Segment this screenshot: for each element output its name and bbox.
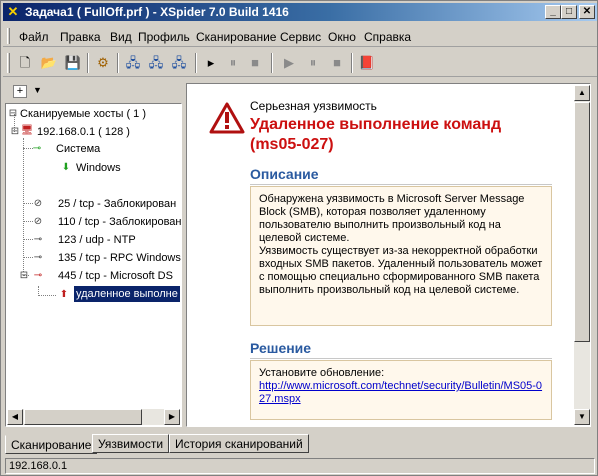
menu-view[interactable]: Вид: [110, 30, 132, 44]
vulnerability-arrow-icon: ⬆: [59, 289, 69, 300]
tree-port-123[interactable]: 123 / udp - NTP: [58, 232, 136, 248]
arrow-down-icon: ⬇: [61, 162, 71, 173]
toolbar-separator: [195, 53, 197, 73]
new-icon[interactable]: 🗋: [15, 53, 35, 73]
vulnerability-title: Удаленное выполнение команд (ms05-027): [250, 115, 570, 155]
description-box: Обнаружена уязвимость в Microsoft Server…: [250, 186, 552, 326]
status-bar: 192.168.0.1: [3, 457, 597, 475]
close-button[interactable]: ✕: [579, 5, 595, 19]
tree-port-110[interactable]: 110 / tcp - Заблокирован: [58, 214, 181, 230]
vulnerability-title-line2: (ms05-027): [250, 136, 334, 153]
hosts-panel: + ▼ ⊟ Сканируемые хосты ( 1 ) ⊟ 🖥 192.16…: [5, 83, 182, 427]
solution-link[interactable]: http://www.microsoft.com/technet/securit…: [259, 380, 542, 405]
vulnerability-title-line1: Удаленное выполнение команд: [250, 116, 502, 133]
tab-vulnerabilities[interactable]: Уязвимости: [92, 434, 170, 453]
description-paragraph-1: Обнаружена уязвимость в Microsoft Server…: [259, 193, 525, 244]
stop-step-icon[interactable]: ■: [245, 53, 265, 73]
toolbar-separator: [351, 53, 353, 73]
severity-label: Серьезная уязвимость: [250, 99, 377, 113]
port-icon: ⊘: [33, 216, 43, 227]
toolbar-grip: [7, 53, 10, 73]
status-text: 192.168.0.1: [5, 458, 595, 474]
app-window: ✕ Задача1 ( FullOff.prf ) - XSpider 7.0 …: [0, 0, 598, 476]
title-bar[interactable]: ✕ Задача1 ( FullOff.prf ) - XSpider 7.0 …: [3, 3, 597, 21]
tree-header: + ▼: [5, 83, 182, 101]
open-icon[interactable]: 📂: [39, 53, 59, 73]
port-icon: ⊘: [33, 198, 43, 209]
pause-icon[interactable]: ⏸: [303, 53, 323, 73]
minimize-button[interactable]: _: [545, 5, 561, 19]
tree-vulnerability-selected[interactable]: удаленное выполне: [74, 286, 180, 302]
menu-window[interactable]: Окно: [328, 30, 356, 44]
tree-collapse-icon[interactable]: ⊟: [18, 270, 30, 282]
warning-icon: [209, 102, 245, 134]
menu-profile[interactable]: Профиль: [138, 30, 190, 44]
scroll-thumb[interactable]: [24, 409, 142, 425]
tree-os[interactable]: Windows: [76, 160, 121, 176]
scroll-thumb[interactable]: [574, 102, 590, 342]
solution-box: Установите обновление: http://www.micros…: [250, 360, 552, 420]
solution-text: Установите обновление:: [259, 367, 385, 379]
scroll-right-icon[interactable]: ▶: [164, 409, 180, 425]
toolbar: 🗋 📂 💾 ⚙ 🖧 🖧 🖧 ▸ ⏸ ■ ▶ ⏸ ■ 📕: [3, 49, 597, 77]
menu-grip: [7, 28, 10, 44]
add-host-icon[interactable]: 🖧: [123, 53, 143, 73]
hosts-tree: ⊟ Сканируемые хосты ( 1 ) ⊟ 🖥 192.168.0.…: [5, 103, 182, 427]
tree-horizontal-scrollbar[interactable]: ◀ ▶: [7, 409, 180, 425]
tab-scan-history[interactable]: История сканирований: [169, 434, 309, 453]
stop-icon[interactable]: ■: [327, 53, 347, 73]
description-heading: Описание: [250, 166, 319, 182]
tab-scanning[interactable]: Сканирование: [5, 435, 98, 454]
menu-file[interactable]: Файл: [19, 30, 49, 44]
xspider-x-icon: ✕: [7, 4, 19, 19]
save-icon[interactable]: 💾: [63, 53, 83, 73]
toolbar-separator: [87, 53, 89, 73]
book-icon[interactable]: 📕: [357, 53, 377, 73]
host-icon: 🖥: [20, 125, 34, 136]
scroll-down-icon[interactable]: ▼: [574, 409, 590, 425]
menu-edit[interactable]: Правка: [60, 30, 101, 44]
description-paragraph-2: Уязвимость существует из-за некорректной…: [259, 245, 543, 296]
window-title: Задача1 ( FullOff.prf ) - XSpider 7.0 Bu…: [25, 5, 289, 19]
divider: [250, 358, 552, 359]
vulnerable-port-icon: ⊸: [33, 270, 43, 281]
settings-icon[interactable]: ⚙: [93, 53, 113, 73]
add-range-icon[interactable]: 🖧: [146, 53, 166, 73]
details-vertical-scrollbar[interactable]: ▲ ▼: [574, 85, 590, 425]
divider: [250, 184, 552, 185]
vulnerability-details: Серьезная уязвимость Удаленное выполнени…: [186, 83, 591, 427]
port-icon: ⊸: [33, 234, 43, 245]
menu-help[interactable]: Справка: [364, 30, 411, 44]
menu-scan[interactable]: Сканирование: [196, 30, 276, 44]
dropdown-arrow-icon[interactable]: ▼: [33, 85, 42, 95]
tree-system[interactable]: Система: [56, 141, 100, 157]
tree-host[interactable]: 192.168.0.1 ( 128 ): [37, 124, 130, 140]
system-icon: ⊸: [32, 143, 42, 154]
scroll-left-icon[interactable]: ◀: [7, 409, 23, 425]
port-icon: ⊸: [33, 252, 43, 263]
tree-root[interactable]: Сканируемые хосты ( 1 ): [20, 106, 146, 122]
tree-collapse-icon[interactable]: ⊟: [7, 108, 19, 120]
maximize-button[interactable]: □: [561, 5, 577, 19]
toolbar-separator: [271, 53, 273, 73]
tree-port-445[interactable]: 445 / tcp - Microsoft DS: [58, 268, 173, 284]
play-icon[interactable]: ▶: [279, 53, 299, 73]
menu-service[interactable]: Сервис: [280, 30, 321, 44]
scroll-up-icon[interactable]: ▲: [574, 85, 590, 101]
solution-heading: Решение: [250, 340, 312, 356]
pause-step-icon[interactable]: ⏸: [223, 53, 243, 73]
tree-port-135[interactable]: 135 / tcp - RPC Windows: [58, 250, 181, 266]
expand-all-icon[interactable]: +: [13, 85, 27, 98]
menu-bar: Файл Правка Вид Профиль Сканирование Сер…: [3, 25, 597, 47]
step-icon[interactable]: ▸: [201, 53, 221, 73]
remove-host-icon[interactable]: 🖧: [169, 53, 189, 73]
toolbar-separator: [117, 53, 119, 73]
tree-port-25[interactable]: 25 / tcp - Заблокирован: [58, 196, 176, 212]
